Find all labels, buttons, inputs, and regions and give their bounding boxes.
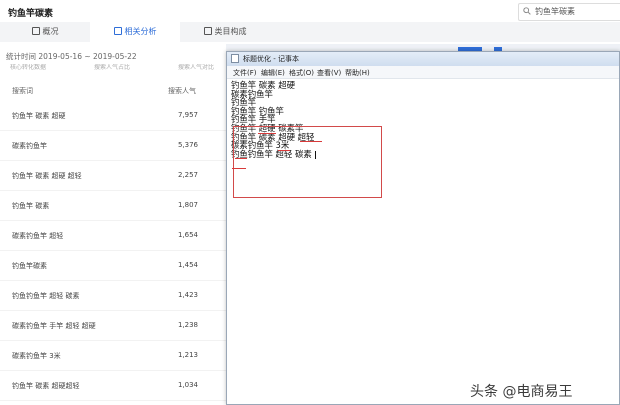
keyword-table: 核心转化数据 搜索人气占比 搜索人气对比 搜索词 搜索人气 钓鱼竿 碳素 超硬 7… xyxy=(0,60,226,405)
row-keyword: 碳素钓鱼竿 3米 xyxy=(12,352,61,360)
row-popularity: 1,213 xyxy=(177,351,198,359)
overview-icon xyxy=(31,27,40,35)
row-keyword: 钓鱼竿 碳素 超硬 超轻 xyxy=(12,172,82,180)
tab-bar: 概况 相关分析 类目构成 xyxy=(0,22,620,42)
row-popularity: 1,238 xyxy=(177,321,198,329)
menu-view[interactable]: 查看(V) xyxy=(317,68,341,78)
table-row[interactable]: 碳素钓鱼竿 手竿 超轻 超硬 1,238 xyxy=(0,310,226,341)
red-underline xyxy=(300,141,322,143)
tab-category-composition[interactable]: 类目构成 xyxy=(180,22,270,42)
tab-related-analysis[interactable]: 相关分析 xyxy=(90,22,180,42)
row-keyword: 钓鱼竿 碳素 超硬超轻 xyxy=(12,382,80,390)
text-line: 钓鱼竿 碳素 超硬 xyxy=(231,80,295,90)
row-popularity: 2,257 xyxy=(177,171,198,179)
metric-header-strip: 核心转化数据 搜索人气占比 搜索人气对比 xyxy=(6,64,220,72)
top-bar: 钓鱼竿碳素 钓鱼竿碳素 xyxy=(0,0,620,22)
table-row[interactable]: 钓鱼竿 碳素 超硬超轻 1,034 xyxy=(0,370,226,401)
row-keyword: 碳素钓鱼竿 xyxy=(12,142,47,150)
notepad-title: 标题优化 - 记事本 xyxy=(243,55,299,63)
search-input[interactable]: 钓鱼竿碳素 xyxy=(518,3,620,21)
row-keyword: 钓鱼竿 碳素 超硬 xyxy=(12,112,66,120)
tab-overview[interactable]: 概况 xyxy=(0,22,90,42)
notepad-titlebar[interactable]: 标题优化 - 记事本 xyxy=(227,52,619,67)
row-keyword: 钓鱼钓鱼竿 超轻 碳素 xyxy=(12,292,80,300)
table-row[interactable]: 碳素钓鱼竿 超轻 1,654 xyxy=(0,220,226,251)
table-row[interactable]: 钓鱼竿 碳素 超硬 超轻 2,257 xyxy=(0,160,226,191)
text-line: 碳素钓鱼竿 xyxy=(231,88,273,99)
search-value: 钓鱼竿碳素 xyxy=(535,7,575,16)
column-popularity[interactable]: 搜索人气 xyxy=(168,86,196,96)
table-row[interactable]: 钓鱼钓鱼竿 超轻 碳素 1,423 xyxy=(0,280,226,311)
menu-format[interactable]: 格式(O) xyxy=(289,68,314,78)
row-popularity: 1,423 xyxy=(177,291,198,299)
row-popularity: 5,376 xyxy=(177,141,198,149)
text-line: 钓鱼竿 xyxy=(231,97,257,108)
row-keyword: 碳素钓鱼竿 手竿 超轻 超硬 xyxy=(12,322,96,330)
metric-header-item[interactable]: 核心转化数据 xyxy=(10,64,46,72)
row-popularity: 1,654 xyxy=(177,231,198,239)
row-popularity: 1,807 xyxy=(177,201,198,209)
row-keyword: 钓鱼竿碳素 xyxy=(12,262,47,270)
text-line: 钓鱼竿 钓鱼竿 xyxy=(231,105,284,116)
table-row[interactable]: 碳素钓鱼竿 3米 1,213 xyxy=(0,340,226,371)
app-title: 钓鱼竿碳素 xyxy=(8,9,54,19)
notepad-window[interactable]: 标题优化 - 记事本 文件(F) 编辑(E) 格式(O) 查看(V) 帮助(H)… xyxy=(226,51,620,405)
analysis-icon xyxy=(113,27,122,35)
highlight-box xyxy=(233,126,382,198)
table-row[interactable]: 钓鱼竿 碳素 1,807 xyxy=(0,190,226,221)
row-popularity: 1,034 xyxy=(177,381,198,389)
row-keyword: 碳素钓鱼竿 超轻 xyxy=(12,232,64,240)
column-keyword: 搜索词 xyxy=(12,87,33,95)
menu-help[interactable]: 帮助(H) xyxy=(345,68,370,78)
metric-header-item[interactable]: 搜索人气占比 xyxy=(94,64,130,72)
row-popularity: 1,454 xyxy=(177,261,198,269)
notepad-menubar: 文件(F) 编辑(E) 格式(O) 查看(V) 帮助(H) xyxy=(227,66,619,79)
red-underline xyxy=(235,158,247,160)
search-icon xyxy=(523,7,531,15)
watermark: 头条 @电商易王 xyxy=(470,384,573,400)
menu-edit[interactable]: 编辑(E) xyxy=(261,68,285,78)
table-row[interactable]: 钓鱼竿碳素 1,454 xyxy=(0,250,226,281)
table-header: 搜索词 搜索人气 xyxy=(0,86,226,100)
table-row[interactable]: 碳素钓鱼竿 5,376 xyxy=(0,130,226,161)
table-row[interactable]: 钓鱼竿 碳素 超硬 7,957 xyxy=(0,100,226,131)
row-keyword: 钓鱼竿 碳素 xyxy=(12,202,50,210)
metric-header-item[interactable]: 搜索人气对比 xyxy=(178,64,214,72)
red-underline xyxy=(232,168,246,170)
red-underline xyxy=(278,150,290,152)
red-underline xyxy=(258,133,276,135)
notepad-icon xyxy=(231,54,239,63)
menu-file[interactable]: 文件(F) xyxy=(233,68,257,78)
category-icon xyxy=(203,27,212,35)
row-popularity: 7,957 xyxy=(177,111,198,119)
